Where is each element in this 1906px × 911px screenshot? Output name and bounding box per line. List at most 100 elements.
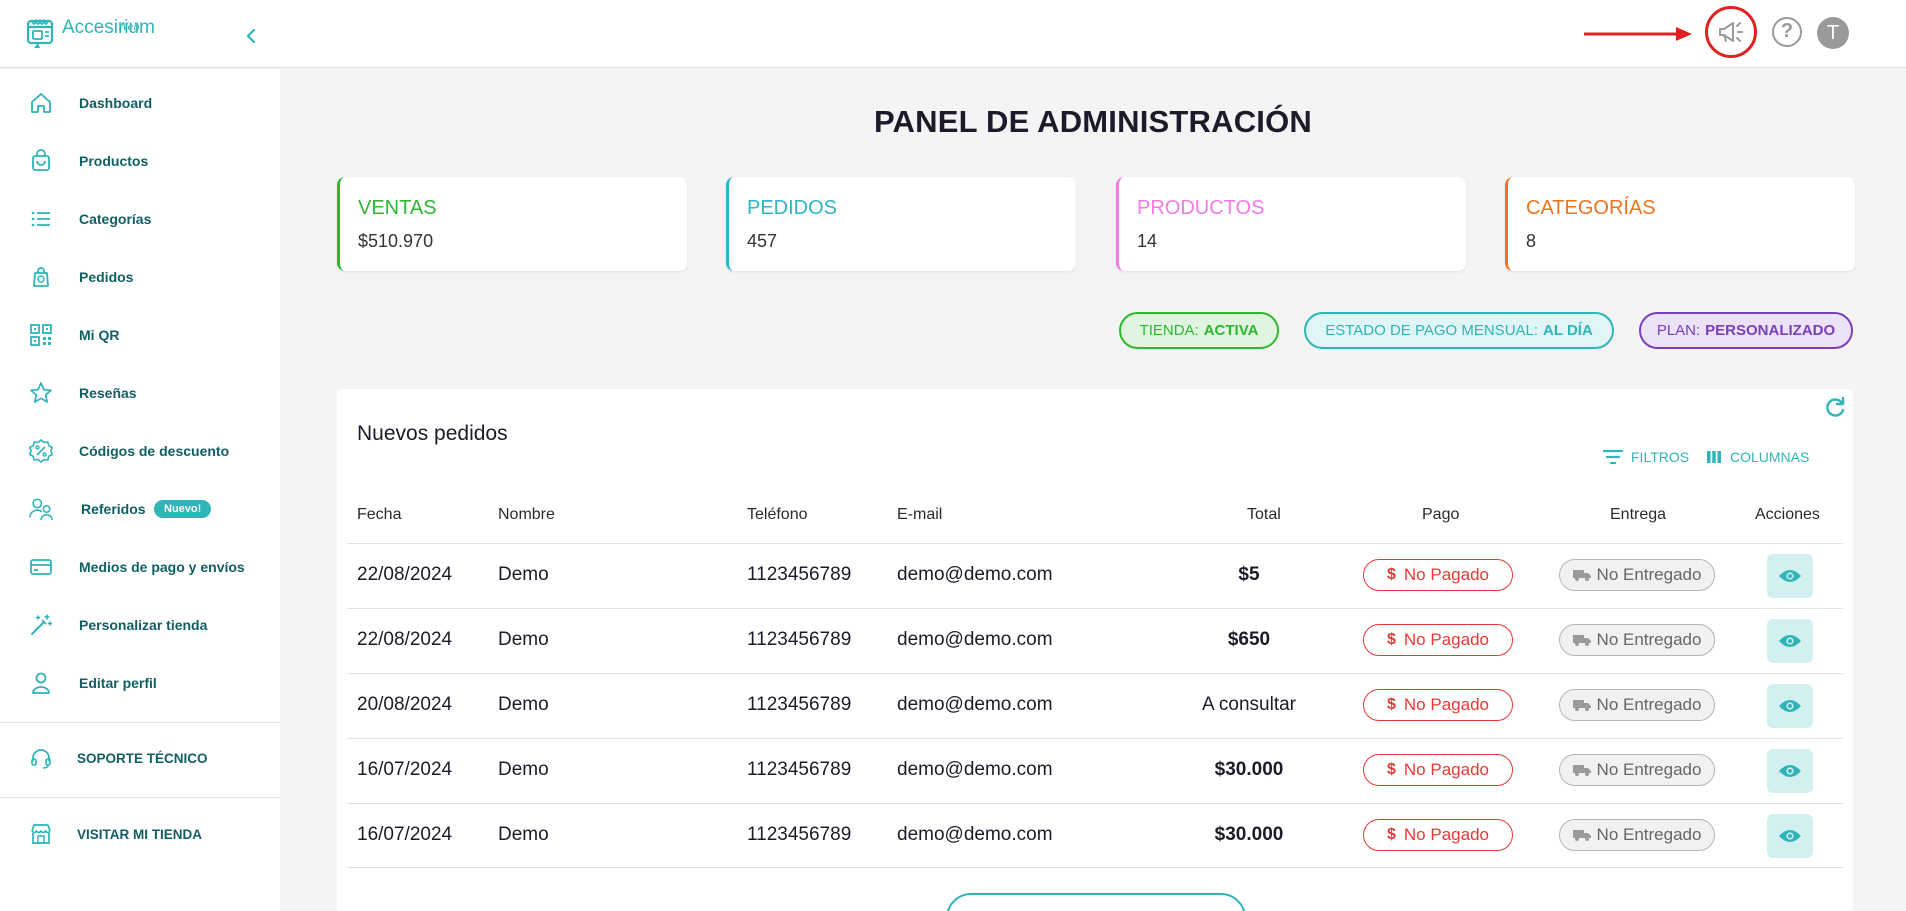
cell-telefono: 1123456789: [747, 694, 852, 715]
sidebar-item-label: Medios de pago y envíos: [79, 559, 245, 575]
cell-nombre: Demo: [498, 564, 549, 585]
delivery-status-label: No Entregado: [1596, 565, 1702, 584]
dollar-icon: $: [1387, 826, 1396, 843]
discount-icon: [28, 438, 54, 464]
card-title: Nuevos pedidos: [357, 422, 508, 445]
column-header-telefono[interactable]: Teléfono: [747, 506, 808, 524]
sidebar-item-referidos[interactable]: Referidos Nuevo!: [0, 487, 280, 531]
cell-email: demo@demo.com: [897, 629, 1053, 650]
view-order-button[interactable]: [1767, 684, 1813, 728]
sidebar-item-productos[interactable]: Productos: [0, 139, 280, 183]
sidebar-item-mi-qr[interactable]: Mi QR: [0, 313, 280, 357]
annotation-arrow: [1584, 27, 1692, 41]
sidebar-item-resenas[interactable]: Reseñas: [0, 371, 280, 415]
status-label: ESTADO DE PAGO MENSUAL:: [1325, 322, 1539, 339]
magic-wand-icon: [28, 612, 54, 638]
cell-email: demo@demo.com: [897, 694, 1053, 715]
delivery-status-label: No Entregado: [1596, 760, 1702, 779]
shopping-bag-icon: [28, 148, 54, 174]
truck-icon: [1572, 635, 1591, 646]
column-header-entrega[interactable]: Entrega: [1610, 506, 1666, 524]
column-header-email[interactable]: E-mail: [897, 506, 942, 524]
column-header-pago[interactable]: Pago: [1422, 506, 1459, 524]
cell-fecha: 22/08/2024: [357, 564, 453, 585]
sidebar-item-pedidos[interactable]: Pedidos: [0, 255, 280, 299]
sidebar-item-visitar-tienda[interactable]: VISITAR MI TIENDA: [0, 812, 280, 856]
table-row[interactable]: 16/07/2024 Demo 1123456789 demo@demo.com…: [347, 738, 1843, 803]
cell-email: demo@demo.com: [897, 759, 1053, 780]
stat-card-ventas: VENTAS $510.970: [337, 177, 687, 271]
sidebar-item-label: Categorías: [79, 211, 152, 227]
payment-status-label: No Pagado: [1403, 695, 1489, 714]
qr-code-icon: [28, 322, 54, 348]
new-badge: Nuevo!: [154, 500, 212, 518]
eye-icon: [1779, 765, 1801, 777]
filters-button[interactable]: FILTROS: [1603, 445, 1689, 469]
stat-card-productos: PRODUCTOS 14: [1116, 177, 1466, 271]
cell-fecha: 22/08/2024: [357, 629, 453, 650]
cell-total: $5: [1238, 564, 1260, 585]
payment-status-label: No Pagado: [1403, 565, 1489, 584]
cell-telefono: 1123456789: [747, 824, 852, 845]
sidebar-item-codigos-descuento[interactable]: Códigos de descuento: [0, 429, 280, 473]
package-icon: [28, 264, 54, 290]
view-order-button[interactable]: [1767, 619, 1813, 663]
table-row[interactable]: 22/08/2024 Demo 1123456789 demo@demo.com…: [347, 543, 1843, 608]
payment-status-chip: $ No Pagado: [1363, 754, 1513, 786]
payment-status-label: No Pagado: [1403, 825, 1489, 844]
sidebar-item-editar-perfil[interactable]: Editar perfil: [0, 661, 280, 705]
table-row[interactable]: 16/07/2024 Demo 1123456789 demo@demo.com…: [347, 803, 1843, 868]
column-header-nombre[interactable]: Nombre: [498, 506, 555, 524]
cell-fecha: 20/08/2024: [357, 694, 453, 715]
plan-badge: PLAN: PERSONALIZADO: [1639, 312, 1853, 349]
sidebar-item-label: Códigos de descuento: [79, 443, 230, 459]
dollar-icon: $: [1387, 566, 1396, 583]
delivery-status-chip: No Entregado: [1559, 624, 1715, 656]
truck-icon: [1572, 700, 1591, 711]
filters-label: FILTROS: [1631, 449, 1690, 465]
sidebar-item-label: Productos: [79, 153, 149, 169]
stat-value: $510.970: [358, 231, 434, 251]
collapse-sidebar-button[interactable]: [240, 22, 262, 50]
stat-label: PRODUCTOS: [1137, 197, 1265, 219]
sidebar-item-personalizar-tienda[interactable]: Personalizar tienda: [0, 603, 280, 647]
list-icon: [28, 206, 54, 232]
sidebar: Dashboard Productos Categorías Pedidos M…: [0, 69, 280, 911]
sidebar-item-label: Mi QR: [79, 327, 120, 343]
cell-telefono: 1123456789: [747, 629, 852, 650]
payment-status-label: No Pagado: [1403, 760, 1489, 779]
filter-icon: [1603, 449, 1623, 465]
column-header-fecha[interactable]: Fecha: [357, 506, 401, 524]
sidebar-divider: [0, 797, 280, 798]
stat-value: 457: [747, 231, 778, 251]
help-button[interactable]: ?: [1772, 17, 1802, 47]
view-order-button[interactable]: [1767, 749, 1813, 793]
view-order-button[interactable]: [1767, 554, 1813, 598]
payment-status-chip: $ No Pagado: [1363, 689, 1513, 721]
page-title: PANEL DE ADMINISTRACIÓN: [873, 104, 1313, 139]
sidebar-item-dashboard[interactable]: Dashboard: [0, 81, 280, 125]
referral-users-icon: [28, 496, 54, 522]
columns-button[interactable]: COLUMNAS: [1706, 445, 1809, 469]
table-row[interactable]: 22/08/2024 Demo 1123456789 demo@demo.com…: [347, 608, 1843, 673]
brand-subtitle: Web: [118, 22, 140, 33]
sidebar-item-label: Dashboard: [79, 95, 153, 111]
announcements-button[interactable]: [1705, 6, 1757, 58]
sidebar-item-soporte-tecnico[interactable]: SOPORTE TÉCNICO: [0, 736, 280, 780]
dollar-icon: $: [1387, 761, 1396, 778]
refresh-icon[interactable]: [1822, 395, 1848, 421]
columns-label: COLUMNAS: [1730, 449, 1810, 465]
delivery-status-chip: No Entregado: [1559, 689, 1715, 721]
view-order-button[interactable]: [1767, 814, 1813, 858]
column-header-total[interactable]: Total: [1247, 506, 1281, 524]
table-row[interactable]: 20/08/2024 Demo 1123456789 demo@demo.com…: [347, 673, 1843, 738]
payment-status-chip: $ No Pagado: [1363, 819, 1513, 851]
user-avatar[interactable]: T: [1817, 17, 1849, 49]
sidebar-divider: [0, 722, 280, 723]
stat-value: 8: [1526, 231, 1537, 251]
sidebar-item-medios-pago[interactable]: Medios de pago y envíos: [0, 545, 280, 589]
view-all-orders-button[interactable]: [946, 893, 1246, 911]
sidebar-item-label: SOPORTE TÉCNICO: [77, 750, 208, 766]
cell-fecha: 16/07/2024: [357, 824, 453, 845]
sidebar-item-categorias[interactable]: Categorías: [0, 197, 280, 241]
